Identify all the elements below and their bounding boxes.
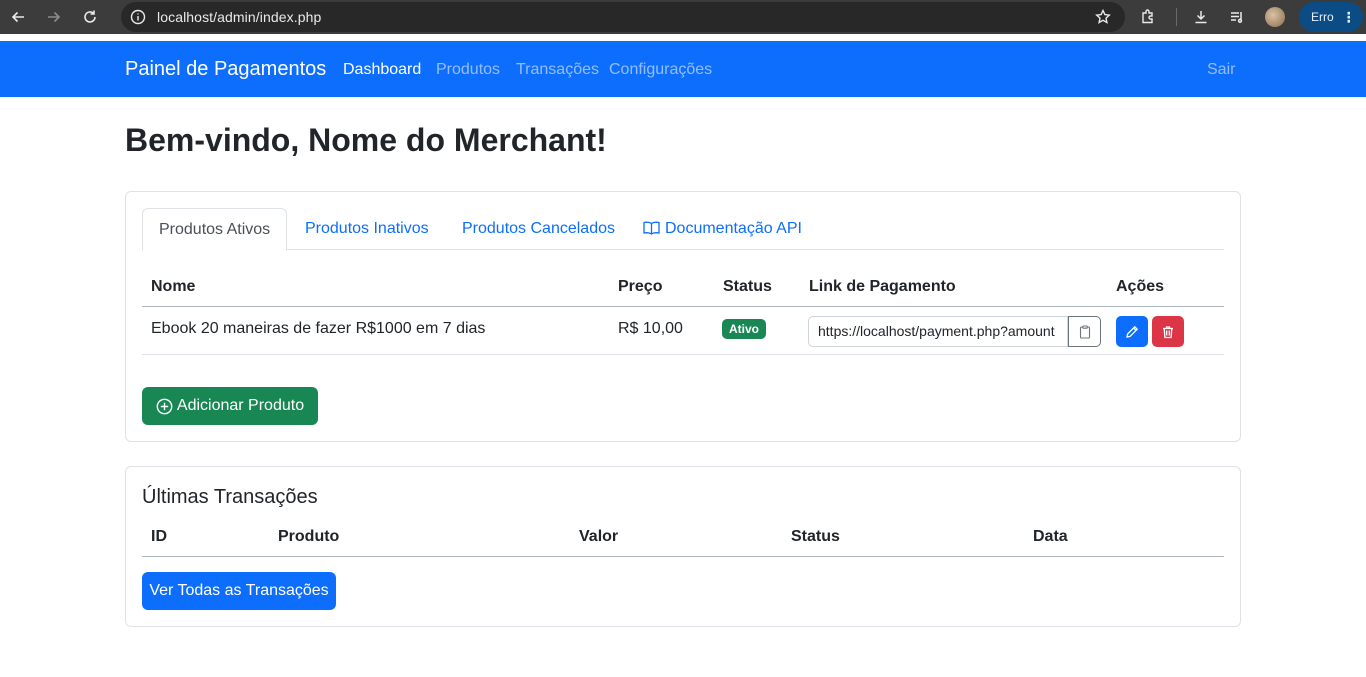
transactions-card: Últimas Transações ID Produto Valor Stat… xyxy=(125,466,1241,627)
book-icon xyxy=(643,221,660,235)
product-price: R$ 10,00 xyxy=(618,320,683,337)
col-header-preco: Preço xyxy=(618,278,663,295)
table-header-divider xyxy=(142,556,1224,557)
nav-link-dashboard[interactable]: Dashboard xyxy=(343,61,421,79)
tab-label: Produtos Ativos xyxy=(159,221,271,238)
more-menu-icon[interactable]: ⋮ xyxy=(1342,10,1356,24)
tab-produtos-inativos[interactable]: Produtos Inativos xyxy=(289,208,445,250)
trash-icon xyxy=(1163,325,1173,338)
extensions-icon[interactable] xyxy=(1140,9,1156,25)
col-header-id: ID xyxy=(151,528,167,545)
nav-link-produtos[interactable]: Produtos xyxy=(436,61,500,79)
nav-link-transacoes[interactable]: Transações xyxy=(516,61,599,79)
col-header-status: Status xyxy=(791,528,840,545)
tab-label: Produtos Cancelados xyxy=(462,220,615,237)
nav-link-configuracoes[interactable]: Configurações xyxy=(609,61,712,79)
plus-circle-icon xyxy=(156,398,173,414)
app-navbar: Painel de Pagamentos Dashboard Produtos … xyxy=(0,41,1366,97)
col-header-data: Data xyxy=(1033,528,1068,545)
back-icon[interactable] xyxy=(0,0,36,34)
profile-avatar[interactable] xyxy=(1265,7,1285,27)
tab-produtos-ativos[interactable]: Produtos Ativos xyxy=(142,208,288,251)
tab-produtos-cancelados[interactable]: Produtos Cancelados xyxy=(446,208,631,250)
edit-product-button[interactable] xyxy=(1116,316,1148,347)
site-info-icon[interactable] xyxy=(130,9,146,25)
profile-error-chip[interactable]: Erro ⋮ xyxy=(1299,2,1363,32)
status-badge: Ativo xyxy=(722,319,766,339)
pencil-icon xyxy=(1126,325,1139,338)
product-tabs: Produtos Ativos Produtos Inativos Produt… xyxy=(142,208,1224,251)
product-name: Ebook 20 maneiras de fazer R$1000 em 7 d… xyxy=(151,320,486,337)
transactions-title: Últimas Transações xyxy=(142,486,318,508)
col-header-acoes: Ações xyxy=(1116,278,1165,295)
tab-label: Documentação API xyxy=(665,220,802,237)
navbar-brand[interactable]: Painel de Pagamentos xyxy=(125,58,326,81)
payment-link-input[interactable]: https://localhost/payment.php?amount xyxy=(808,316,1068,347)
forward-icon[interactable] xyxy=(36,0,72,34)
tab-documentacao-api[interactable]: Documentação API xyxy=(627,208,818,250)
table-header-divider xyxy=(142,306,1224,307)
url-text: localhost/admin/index.php xyxy=(157,9,322,25)
profile-error-label: Erro xyxy=(1311,10,1334,24)
tab-label: Produtos Inativos xyxy=(305,220,429,237)
address-bar[interactable]: localhost/admin/index.php xyxy=(121,2,1125,32)
reload-icon[interactable] xyxy=(72,0,108,34)
view-all-transactions-button[interactable]: Ver Todas as Transações xyxy=(142,572,336,610)
media-queue-icon[interactable] xyxy=(1229,9,1245,25)
col-header-produto: Produto xyxy=(278,528,340,545)
table-row-divider xyxy=(142,354,1224,355)
browser-toolbar: localhost/admin/index.php Erro ⋮ xyxy=(0,0,1366,34)
nav-link-sair[interactable]: Sair xyxy=(1207,61,1235,79)
download-icon[interactable] xyxy=(1193,9,1209,25)
products-card: Produtos Ativos Produtos Inativos Produt… xyxy=(125,191,1241,442)
view-all-label: Ver Todas as Transações xyxy=(149,582,329,599)
add-product-button[interactable]: Adicionar Produto xyxy=(142,387,318,425)
col-header-valor: Valor xyxy=(579,528,619,545)
page-title: Bem-vindo, Nome do Merchant! xyxy=(125,122,607,158)
col-header-status: Status xyxy=(723,278,772,295)
toolbar-divider xyxy=(1176,8,1177,26)
copy-link-button[interactable] xyxy=(1068,316,1101,347)
delete-product-button[interactable] xyxy=(1152,316,1184,347)
col-header-nome: Nome xyxy=(151,278,196,295)
col-header-link: Link de Pagamento xyxy=(809,278,956,295)
clipboard-icon xyxy=(1079,324,1090,339)
add-product-label: Adicionar Produto xyxy=(176,397,305,414)
bookmark-star-icon[interactable] xyxy=(1095,9,1111,25)
